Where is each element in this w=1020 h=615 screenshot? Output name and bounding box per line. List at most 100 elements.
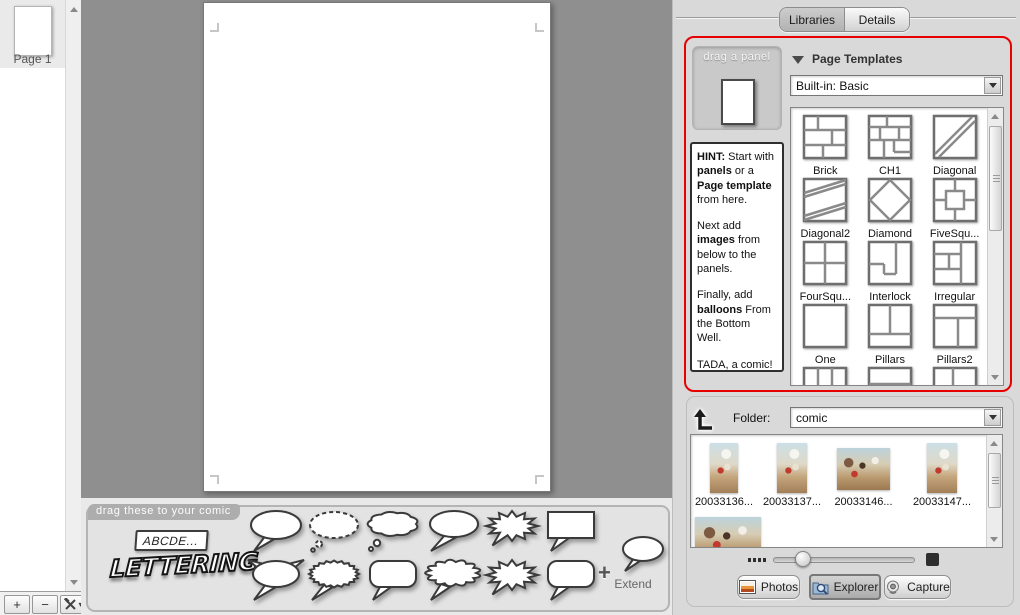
template-item-diagonal[interactable]: Diagonal bbox=[932, 114, 978, 177]
template-label: One bbox=[814, 354, 836, 366]
collapse-triangle-icon[interactable] bbox=[792, 56, 804, 64]
panel-drag-source[interactable] bbox=[721, 79, 755, 125]
photo-thumbnail-20033146[interactable] bbox=[837, 448, 890, 490]
comic-page[interactable] bbox=[203, 2, 551, 492]
oval-speech-balloon-2[interactable] bbox=[423, 509, 483, 558]
extend-balloon-button[interactable] bbox=[612, 535, 668, 578]
photos-icon bbox=[738, 579, 756, 595]
template-label: Pillars bbox=[875, 354, 905, 366]
explorer-source-button[interactable]: Explorer bbox=[809, 574, 881, 600]
scrollbar-thumb[interactable] bbox=[989, 126, 1002, 231]
corner-mark bbox=[535, 23, 544, 32]
template-grid: Brick CH1 Diagonal Diagonal2 Diamond FiveSqu.… bbox=[793, 114, 987, 385]
rounded-rect-balloon-2[interactable] bbox=[541, 558, 601, 607]
scroll-up-icon[interactable] bbox=[988, 109, 1002, 123]
text-box-item[interactable]: ABCDE... bbox=[134, 530, 209, 551]
burst-balloon[interactable] bbox=[482, 509, 542, 558]
template-item[interactable] bbox=[867, 366, 913, 385]
scroll-up-icon[interactable] bbox=[67, 2, 81, 16]
photo-label: 20033136... bbox=[694, 496, 754, 508]
combo-arrow-icon[interactable] bbox=[984, 409, 1001, 426]
pages-scrollbar[interactable] bbox=[65, 0, 81, 591]
ragged-cloud-balloon[interactable] bbox=[423, 558, 483, 607]
tab-libraries[interactable]: Libraries bbox=[780, 8, 845, 31]
burst-balloon-2[interactable] bbox=[482, 558, 542, 607]
photos-button-label: Photos bbox=[760, 580, 799, 594]
folder-up-icon bbox=[694, 409, 712, 430]
scroll-up-icon[interactable] bbox=[987, 436, 1001, 450]
page-thumbnail-label: Page 1 bbox=[13, 52, 52, 66]
corner-mark bbox=[535, 475, 544, 484]
template-label: Diamond bbox=[867, 228, 912, 240]
folder-label: Folder: bbox=[733, 411, 771, 425]
thumbnail-size-large-icon[interactable] bbox=[926, 553, 939, 566]
pages-sidebar: Page 1 bbox=[0, 0, 65, 591]
pages-toolbar: + − ▾ bbox=[0, 591, 88, 615]
template-item[interactable] bbox=[932, 366, 978, 385]
template-label: Irregular bbox=[934, 291, 976, 303]
photo-thumbnail-20033147[interactable] bbox=[927, 443, 957, 493]
corner-mark bbox=[210, 23, 219, 32]
template-item-diamond[interactable]: Diamond bbox=[867, 177, 913, 240]
template-label: CH1 bbox=[878, 165, 901, 177]
template-item-irregular[interactable]: Irregular bbox=[932, 240, 978, 303]
template-item-pillars[interactable]: Pillars bbox=[867, 303, 913, 366]
template-item-ch1[interactable]: CH1 bbox=[867, 114, 913, 177]
template-item[interactable] bbox=[802, 366, 848, 385]
template-item-one[interactable]: One bbox=[802, 303, 848, 366]
photo-thumbnail-20033137[interactable] bbox=[777, 443, 807, 493]
capture-button-label: Capture bbox=[907, 580, 950, 594]
well-tab-label: drag these to your comic bbox=[88, 504, 240, 520]
folder-select[interactable]: comic bbox=[790, 407, 1003, 428]
template-collection-value: Built-in: Basic bbox=[796, 79, 869, 93]
photo-thumbnail[interactable] bbox=[695, 517, 761, 547]
tab-details[interactable]: Details bbox=[845, 8, 909, 31]
photo-label: 20033146... bbox=[834, 496, 893, 508]
template-label: FiveSqu... bbox=[929, 228, 980, 240]
template-item-fivesqu[interactable]: FiveSqu... bbox=[929, 177, 980, 240]
folder-up-button[interactable] bbox=[690, 406, 716, 432]
capture-source-button[interactable]: Capture bbox=[884, 575, 951, 599]
slider-handle[interactable] bbox=[795, 551, 811, 567]
add-page-button[interactable]: + bbox=[4, 595, 30, 614]
template-item-interlock[interactable]: Interlock bbox=[867, 240, 913, 303]
photo-thumbnail-20033136[interactable] bbox=[710, 443, 738, 493]
template-item-foursqu[interactable]: FourSqu... bbox=[800, 240, 851, 303]
combo-arrow-icon[interactable] bbox=[984, 77, 1001, 94]
rectangle-speech-balloon[interactable] bbox=[541, 509, 601, 558]
capture-icon bbox=[885, 580, 902, 595]
drag-a-panel-well: drag a panel bbox=[692, 46, 782, 130]
horned-oval-balloon[interactable] bbox=[246, 558, 306, 607]
scroll-down-icon[interactable] bbox=[988, 370, 1002, 384]
template-scrollbar[interactable] bbox=[987, 108, 1003, 385]
template-item-diagonal2[interactable]: Diagonal2 bbox=[801, 177, 850, 240]
template-collection-select[interactable]: Built-in: Basic bbox=[790, 75, 1003, 96]
photo-label: 20033147... bbox=[912, 496, 972, 508]
rounded-rect-balloon[interactable] bbox=[363, 558, 423, 607]
template-item-brick[interactable]: Brick bbox=[802, 114, 848, 177]
thumbnail-size-small-icon[interactable] bbox=[748, 558, 766, 562]
template-label: Brick bbox=[813, 165, 838, 177]
photos-source-button[interactable]: Photos bbox=[737, 575, 800, 599]
corner-mark bbox=[210, 475, 219, 484]
scroll-down-icon[interactable] bbox=[987, 532, 1001, 546]
oval-speech-balloon[interactable] bbox=[246, 509, 306, 558]
drag-a-panel-label: drag a panel bbox=[703, 51, 771, 63]
scrollbar-thumb[interactable] bbox=[988, 453, 1001, 508]
page-thumbnail[interactable] bbox=[14, 6, 52, 56]
photo-scrollbar[interactable] bbox=[986, 435, 1002, 547]
dotted-thought-balloon[interactable] bbox=[304, 509, 364, 558]
template-label: FourSqu... bbox=[799, 291, 851, 303]
zigzag-oval-balloon[interactable] bbox=[304, 558, 364, 607]
extend-label: Extend bbox=[614, 577, 652, 591]
page-templates-header: Page Templates bbox=[812, 52, 903, 66]
remove-page-button[interactable]: − bbox=[32, 595, 58, 614]
right-panel-tabs: Libraries Details bbox=[779, 7, 910, 32]
canvas-area bbox=[81, 0, 672, 498]
template-label: Interlock bbox=[869, 291, 911, 303]
hint-box: HINT: Start with panels or a Page templa… bbox=[690, 142, 784, 372]
explorer-button-label: Explorer bbox=[833, 580, 879, 594]
cloud-thought-balloon[interactable] bbox=[363, 509, 423, 558]
scroll-down-icon[interactable] bbox=[67, 575, 81, 589]
template-item-pillars2[interactable]: Pillars2 bbox=[932, 303, 978, 366]
